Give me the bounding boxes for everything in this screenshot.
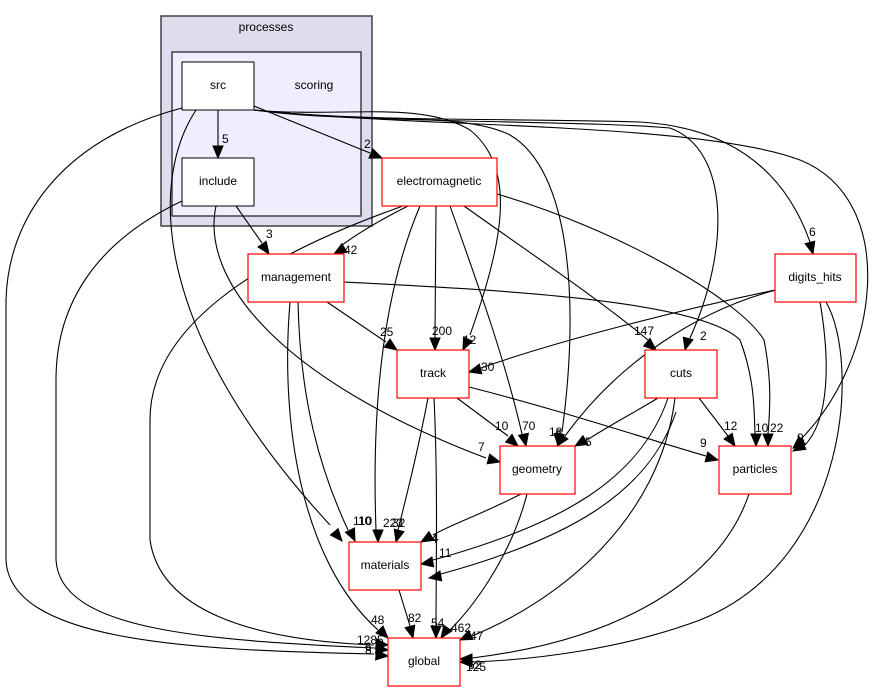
node-electromagnetic-label: electromagnetic: [397, 174, 482, 188]
edge-line: [326, 301, 387, 343]
node-cuts[interactable]: cuts: [644, 349, 718, 399]
edge-label[interactable]: 12: [463, 333, 477, 347]
node-src[interactable]: src: [181, 61, 255, 111]
edge-label[interactable]: 47: [470, 629, 484, 643]
node-digits-hits[interactable]: digits_hits: [774, 253, 857, 303]
arrowhead-icon: [467, 363, 483, 375]
edge-label[interactable]: 9: [700, 436, 707, 450]
node-materials[interactable]: materials: [348, 541, 422, 591]
edge-label[interactable]: 6: [809, 225, 816, 239]
node-include-label: include: [199, 174, 237, 188]
node-particles-label: particles: [733, 462, 778, 476]
arrowhead-icon: [372, 529, 384, 544]
edge-label[interactable]: 5: [585, 435, 592, 449]
dependency-graph: processes scoring 5 2612 2181110637842200 1…: [5, 15, 869, 687]
arrowhead-icon: [383, 338, 399, 351]
edge-line: [496, 193, 771, 435]
node-electromagnetic[interactable]: electromagnetic: [381, 157, 498, 207]
edge-particles-to-global[interactable]: [458, 493, 750, 665]
edge-label[interactable]: 22: [770, 421, 784, 435]
edge-label[interactable]: 32: [392, 516, 406, 530]
edge-line: [449, 205, 523, 435]
edge-label[interactable]: 200: [432, 324, 452, 338]
edge-line: [449, 493, 528, 631]
node-geometry[interactable]: geometry: [499, 445, 576, 495]
arrowhead-icon: [762, 433, 774, 448]
arrowhead-icon: [329, 527, 343, 542]
edge-line: [480, 289, 776, 369]
edge-label[interactable]: 10: [755, 421, 769, 435]
edge-label[interactable]: 62: [468, 658, 482, 672]
edge-label[interactable]: 12: [724, 419, 738, 433]
cluster-processes-label: processes: [239, 20, 294, 34]
arrowhead-icon: [750, 433, 762, 448]
arrowhead-icon: [419, 556, 435, 568]
edge-line: [463, 205, 649, 341]
node-src-label: src: [210, 78, 226, 92]
edge-line: [397, 397, 429, 531]
edge-line: [432, 493, 522, 536]
edge-label[interactable]: 2: [700, 329, 707, 343]
arrowhead-icon: [723, 432, 736, 448]
edge-line: [297, 301, 349, 531]
node-track-label: track: [420, 366, 447, 380]
edge-label[interactable]: 48: [371, 613, 385, 627]
edge-label[interactable]: 25: [380, 325, 394, 339]
edge-electromagnetic-to-geometry[interactable]: [449, 205, 530, 448]
edge-label[interactable]: 1285: [357, 633, 384, 647]
arrowhead-icon: [427, 570, 443, 582]
edge-label[interactable]: 3: [266, 227, 273, 241]
arrowhead-icon: [393, 528, 405, 544]
edge-label[interactable]: 462: [451, 621, 471, 635]
arrowhead-icon: [804, 240, 816, 256]
edge-label[interactable]: 5: [222, 132, 229, 146]
node-track[interactable]: track: [396, 349, 470, 399]
edge-label[interactable]: 54: [431, 616, 445, 630]
edge-label[interactable]: 82: [408, 611, 422, 625]
edge-cuts-to-global[interactable]: [458, 397, 676, 641]
edge-line: [586, 397, 659, 441]
edge-label[interactable]: 42: [344, 243, 358, 257]
edge-label[interactable]: 30: [481, 360, 495, 374]
node-digits-hits-label: digits_hits: [788, 270, 841, 284]
node-particles[interactable]: particles: [718, 445, 792, 495]
edge-label[interactable]: 4: [432, 531, 439, 545]
node-cuts-label: cuts: [670, 366, 692, 380]
arrowhead-icon: [257, 240, 270, 256]
arrowhead-icon: [486, 453, 502, 465]
edge-line: [471, 397, 676, 637]
arrowhead-icon: [682, 336, 694, 352]
arrowhead-icon: [429, 337, 441, 352]
arrowhead-icon: [704, 451, 720, 463]
edge-label[interactable]: 9: [797, 431, 804, 445]
node-geometry-label: geometry: [512, 462, 562, 476]
node-materials-label: materials: [361, 558, 410, 572]
arrowhead-icon: [517, 432, 530, 448]
edge-line: [803, 301, 827, 447]
edge-digits-hits-to-particles[interactable]: [791, 301, 827, 452]
node-global-label: global: [408, 654, 440, 668]
edge-label[interactable]: 147: [634, 324, 654, 338]
edge-track-to-global[interactable]: [430, 397, 442, 640]
arrowhead-icon: [344, 527, 356, 543]
edge-label[interactable]: 2: [364, 137, 371, 151]
edge-line: [434, 205, 437, 339]
edge-label[interactable]: 70: [522, 419, 536, 433]
node-management[interactable]: management: [247, 253, 345, 303]
edge-label[interactable]: 10: [495, 419, 509, 433]
cluster-scoring-label: scoring: [295, 78, 334, 92]
edge-label[interactable]: 7: [478, 440, 485, 454]
edge-electromagnetic-to-particles[interactable]: [496, 193, 774, 448]
node-global[interactable]: global: [387, 637, 461, 687]
node-include[interactable]: include: [181, 157, 255, 207]
edge-label[interactable]: 6: [555, 427, 562, 441]
edge-track-to-geometry[interactable]: [456, 397, 519, 447]
arrowhead-icon: [404, 624, 416, 640]
edge-line: [471, 493, 750, 659]
edge-label[interactable]: 10: [358, 514, 372, 528]
node-management-label: management: [261, 270, 332, 284]
edge-line: [433, 397, 438, 627]
edge-label[interactable]: 11: [439, 546, 452, 560]
